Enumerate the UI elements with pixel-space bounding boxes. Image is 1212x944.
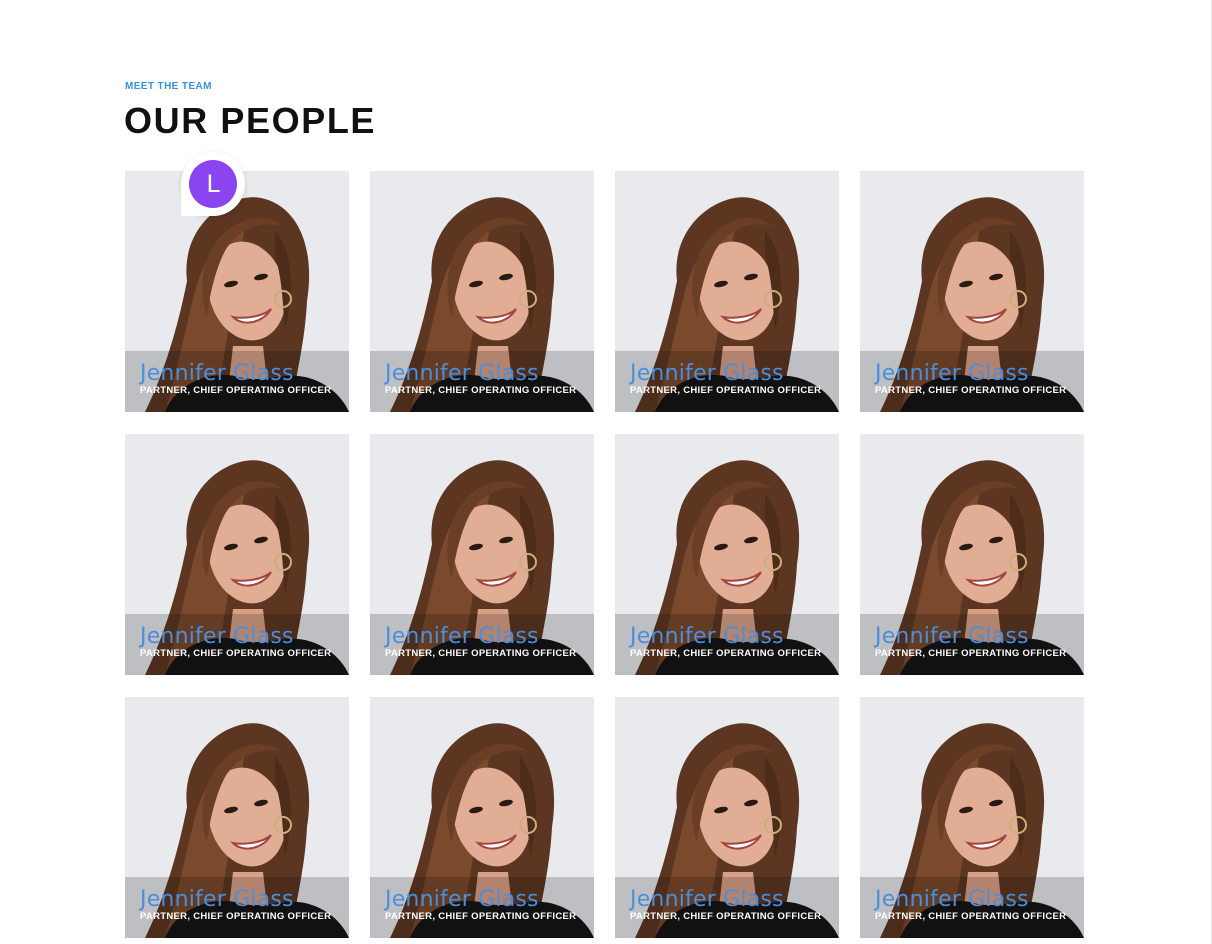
member-name: Jennifer Glass xyxy=(630,624,784,649)
card-caption: Jennifer Glass PARTNER, CHIEF OPERATING … xyxy=(370,874,594,938)
team-member-card[interactable]: Jennifer Glass PARTNER, CHIEF OPERATING … xyxy=(860,434,1084,675)
member-role: PARTNER, CHIEF OPERATING OFFICER xyxy=(140,911,332,922)
card-caption: Jennifer Glass PARTNER, CHIEF OPERATING … xyxy=(370,348,594,412)
card-caption: Jennifer Glass PARTNER, CHIEF OPERATING … xyxy=(615,611,839,675)
card-caption: Jennifer Glass PARTNER, CHIEF OPERATING … xyxy=(125,874,349,938)
member-name: Jennifer Glass xyxy=(140,361,294,386)
card-caption: Jennifer Glass PARTNER, CHIEF OPERATING … xyxy=(615,874,839,938)
card-caption: Jennifer Glass PARTNER, CHIEF OPERATING … xyxy=(860,874,1084,938)
member-name: Jennifer Glass xyxy=(385,887,539,912)
member-role: PARTNER, CHIEF OPERATING OFFICER xyxy=(140,385,332,396)
team-member-card[interactable]: Jennifer Glass PARTNER, CHIEF OPERATING … xyxy=(370,697,594,938)
member-role: PARTNER, CHIEF OPERATING OFFICER xyxy=(875,385,1067,396)
user-avatar[interactable]: L xyxy=(189,160,237,208)
team-member-card[interactable]: Jennifer Glass PARTNER, CHIEF OPERATING … xyxy=(860,171,1084,412)
section-eyebrow: MEET THE TEAM xyxy=(125,81,212,92)
member-role: PARTNER, CHIEF OPERATING OFFICER xyxy=(875,648,1067,659)
member-role: PARTNER, CHIEF OPERATING OFFICER xyxy=(630,385,822,396)
team-member-card[interactable]: Jennifer Glass PARTNER, CHIEF OPERATING … xyxy=(125,434,349,675)
card-caption: Jennifer Glass PARTNER, CHIEF OPERATING … xyxy=(860,348,1084,412)
member-name: Jennifer Glass xyxy=(630,361,784,386)
team-member-card[interactable]: Jennifer Glass PARTNER, CHIEF OPERATING … xyxy=(615,697,839,938)
member-role: PARTNER, CHIEF OPERATING OFFICER xyxy=(385,911,577,922)
team-member-card[interactable]: Jennifer Glass PARTNER, CHIEF OPERATING … xyxy=(615,171,839,412)
team-member-card[interactable]: Jennifer Glass PARTNER, CHIEF OPERATING … xyxy=(125,171,349,412)
team-member-card[interactable]: Jennifer Glass PARTNER, CHIEF OPERATING … xyxy=(370,171,594,412)
team-page: MEET THE TEAM OUR PEOPLE Jennifer Glass … xyxy=(0,0,1212,944)
team-member-card[interactable]: Jennifer Glass PARTNER, CHIEF OPERATING … xyxy=(615,434,839,675)
card-caption: Jennifer Glass PARTNER, CHIEF OPERATING … xyxy=(125,611,349,675)
member-name: Jennifer Glass xyxy=(385,624,539,649)
team-member-card[interactable]: Jennifer Glass PARTNER, CHIEF OPERATING … xyxy=(370,434,594,675)
card-caption: Jennifer Glass PARTNER, CHIEF OPERATING … xyxy=(125,348,349,412)
team-member-card[interactable]: Jennifer Glass PARTNER, CHIEF OPERATING … xyxy=(125,697,349,938)
member-role: PARTNER, CHIEF OPERATING OFFICER xyxy=(630,911,822,922)
member-name: Jennifer Glass xyxy=(875,887,1029,912)
member-name: Jennifer Glass xyxy=(875,361,1029,386)
team-member-card[interactable]: Jennifer Glass PARTNER, CHIEF OPERATING … xyxy=(860,697,1084,938)
member-role: PARTNER, CHIEF OPERATING OFFICER xyxy=(385,385,577,396)
member-name: Jennifer Glass xyxy=(875,624,1029,649)
member-role: PARTNER, CHIEF OPERATING OFFICER xyxy=(140,648,332,659)
card-caption: Jennifer Glass PARTNER, CHIEF OPERATING … xyxy=(615,348,839,412)
card-caption: Jennifer Glass PARTNER, CHIEF OPERATING … xyxy=(370,611,594,675)
member-name: Jennifer Glass xyxy=(140,887,294,912)
member-name: Jennifer Glass xyxy=(140,624,294,649)
member-role: PARTNER, CHIEF OPERATING OFFICER xyxy=(385,648,577,659)
member-role: PARTNER, CHIEF OPERATING OFFICER xyxy=(630,648,822,659)
member-role: PARTNER, CHIEF OPERATING OFFICER xyxy=(875,911,1067,922)
team-grid: Jennifer Glass PARTNER, CHIEF OPERATING … xyxy=(125,171,1085,938)
page-title: OUR PEOPLE xyxy=(124,100,377,141)
member-name: Jennifer Glass xyxy=(385,361,539,386)
member-name: Jennifer Glass xyxy=(630,887,784,912)
card-caption: Jennifer Glass PARTNER, CHIEF OPERATING … xyxy=(860,611,1084,675)
